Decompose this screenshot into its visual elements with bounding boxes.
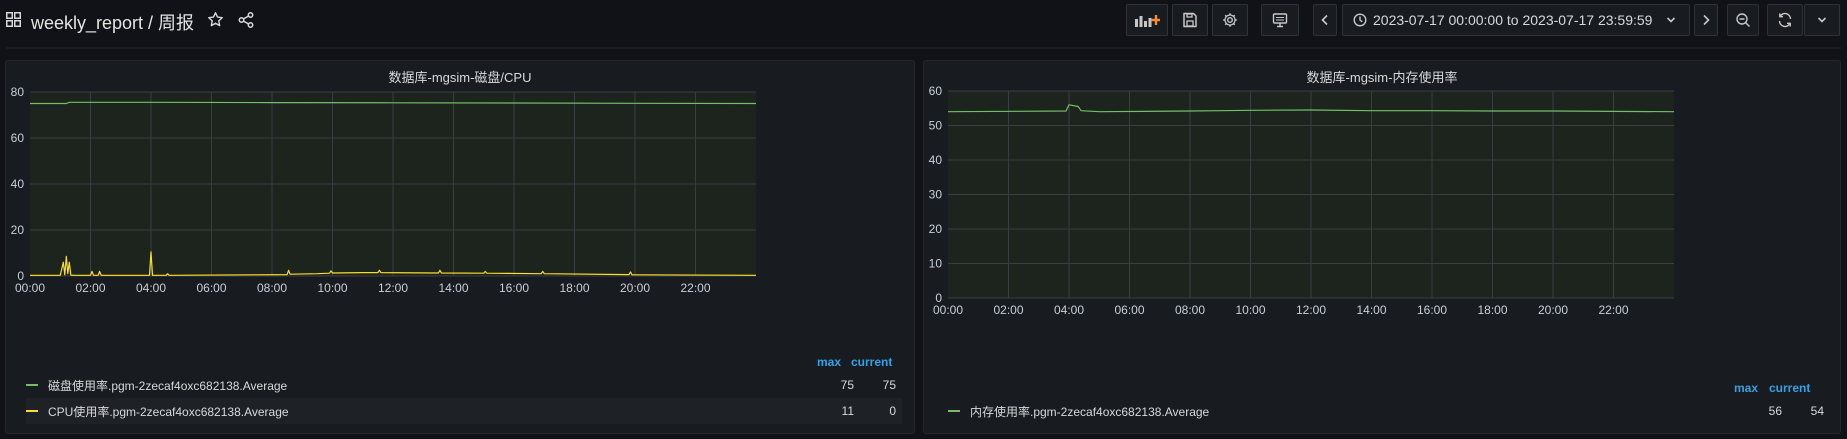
x-tick-label: 16:00 bbox=[499, 281, 529, 295]
y-tick-label: 60 bbox=[11, 131, 25, 145]
refresh-interval-dropdown[interactable] bbox=[1804, 4, 1840, 36]
dashboard-settings-button[interactable] bbox=[1212, 4, 1248, 36]
memory-chart[interactable]: 010203040506000:00 02:00 04:00 06:00 08:00 10… bbox=[924, 61, 1842, 377]
x-tick-label: 20:00 bbox=[1538, 303, 1568, 317]
x-tick-label: 06:00 bbox=[1114, 303, 1144, 317]
y-tick-label: 30 bbox=[929, 188, 943, 202]
x-tick-label: 14:00 bbox=[1356, 303, 1386, 317]
zoom-out-icon bbox=[1736, 13, 1750, 27]
legend-item-memory[interactable]: 内存使用率.pgm-2zecaf4oxc682138.Average 56 54 bbox=[948, 398, 1828, 424]
y-tick-label: 60 bbox=[929, 84, 943, 98]
disk-cpu-chart[interactable]: 02040608000:00 02:00 04:00 06:00 08:00 10:00 1… bbox=[6, 61, 916, 363]
chevron-left-icon bbox=[1321, 14, 1328, 26]
x-tick-label: 22:00 bbox=[1598, 303, 1628, 317]
x-tick-label: 10:00 bbox=[317, 281, 347, 295]
legend-max-value: 56 bbox=[1768, 404, 1782, 418]
apps-grid-icon[interactable] bbox=[6, 12, 21, 27]
chevron-right-icon bbox=[1703, 14, 1710, 26]
y-tick-label: 40 bbox=[929, 153, 943, 167]
legend-max-value: 75 bbox=[840, 378, 854, 392]
legend-series-name: 磁盘使用率.pgm-2zecaf4oxc682138.Average bbox=[48, 378, 288, 393]
legend-header-current[interactable]: current bbox=[851, 355, 892, 369]
x-tick-label: 02:00 bbox=[993, 303, 1023, 317]
legend-swatch bbox=[948, 410, 960, 412]
x-tick-label: 04:00 bbox=[1054, 303, 1084, 317]
refresh-button[interactable] bbox=[1767, 4, 1803, 36]
time-range-label: 2023-07-17 00:00:00 to 2023-07-17 23:59:… bbox=[1373, 12, 1653, 28]
legend-swatch bbox=[26, 384, 38, 386]
legend-header-max[interactable]: max bbox=[1734, 381, 1758, 395]
x-tick-label: 22:00 bbox=[680, 281, 710, 295]
x-tick-label: 12:00 bbox=[378, 281, 408, 295]
panel-memory[interactable]: 数据库-mgsim-内存使用率 0 10 20 30 40 50 60 00:00 02:00 0… bbox=[923, 60, 1841, 434]
panel-disk-cpu[interactable]: 数据库-mgsim-磁盘/CPU 0 20 40 60 80 00:00 02:00 04:0… bbox=[5, 60, 915, 434]
legend-swatch bbox=[26, 410, 38, 412]
x-tick-label: 04:00 bbox=[136, 281, 166, 295]
x-tick-label: 00:00 bbox=[933, 303, 963, 317]
chevron-down-icon bbox=[1667, 17, 1676, 23]
legend-series-name: CPU使用率.pgm-2zecaf4oxc682138.Average bbox=[48, 404, 289, 419]
x-tick-label: 18:00 bbox=[559, 281, 589, 295]
y-tick-label: 50 bbox=[929, 119, 943, 133]
y-tick-label: 80 bbox=[11, 85, 25, 99]
legend-header-max[interactable]: max bbox=[817, 355, 841, 369]
y-tick-label: 20 bbox=[929, 222, 943, 236]
legend-current-value: 54 bbox=[1810, 404, 1824, 418]
top-navbar: weekly_report / 周报 2023-07-17 00:00:00 t… bbox=[0, 0, 1847, 42]
row-divider bbox=[6, 47, 1841, 49]
legend-current-value: 0 bbox=[889, 404, 896, 418]
star-icon[interactable] bbox=[207, 11, 224, 28]
save-icon bbox=[1183, 12, 1197, 28]
refresh-icon bbox=[1778, 12, 1792, 28]
time-range-back-button[interactable] bbox=[1313, 4, 1337, 36]
x-tick-label: 12:00 bbox=[1296, 303, 1326, 317]
y-tick-label: 20 bbox=[11, 223, 25, 237]
x-tick-label: 08:00 bbox=[257, 281, 287, 295]
legend-header-current[interactable]: current bbox=[1769, 381, 1810, 395]
zoom-out-button[interactable] bbox=[1727, 4, 1759, 36]
x-tick-label: 02:00 bbox=[75, 281, 105, 295]
y-tick-label: 10 bbox=[929, 257, 943, 271]
time-range-picker[interactable]: 2023-07-17 00:00:00 to 2023-07-17 23:59:… bbox=[1342, 4, 1690, 36]
legend-max-value: 11 bbox=[841, 404, 854, 418]
x-tick-label: 18:00 bbox=[1477, 303, 1507, 317]
x-tick-label: 06:00 bbox=[196, 281, 226, 295]
x-tick-label: 20:00 bbox=[620, 281, 650, 295]
add-panel-button[interactable] bbox=[1126, 4, 1168, 36]
x-tick-label: 16:00 bbox=[1417, 303, 1447, 317]
clock-icon bbox=[1353, 13, 1367, 27]
x-tick-label: 08:00 bbox=[1175, 303, 1205, 317]
tv-mode-button[interactable] bbox=[1261, 4, 1299, 36]
tv-mode-icon bbox=[1272, 13, 1288, 28]
x-tick-label: 00:00 bbox=[15, 281, 45, 295]
dashboard-title[interactable]: weekly_report / 周报 bbox=[31, 9, 194, 35]
time-range-forward-button[interactable] bbox=[1694, 4, 1718, 36]
save-dashboard-button[interactable] bbox=[1172, 4, 1208, 36]
legend-item-disk[interactable]: 磁盘使用率.pgm-2zecaf4oxc682138.Average 75 75 bbox=[26, 372, 902, 398]
chevron-down-icon bbox=[1817, 17, 1827, 23]
settings-icon bbox=[1223, 13, 1237, 27]
y-tick-label: 40 bbox=[11, 177, 25, 191]
x-tick-label: 10:00 bbox=[1235, 303, 1265, 317]
x-tick-label: 14:00 bbox=[438, 281, 468, 295]
share-icon[interactable] bbox=[238, 12, 254, 28]
add-panel-icon bbox=[1135, 15, 1160, 27]
legend-series-name: 内存使用率.pgm-2zecaf4oxc682138.Average bbox=[970, 404, 1210, 419]
legend-item-cpu[interactable]: CPU使用率.pgm-2zecaf4oxc682138.Average 11 0 bbox=[26, 398, 902, 424]
legend-current-value: 75 bbox=[882, 378, 896, 392]
